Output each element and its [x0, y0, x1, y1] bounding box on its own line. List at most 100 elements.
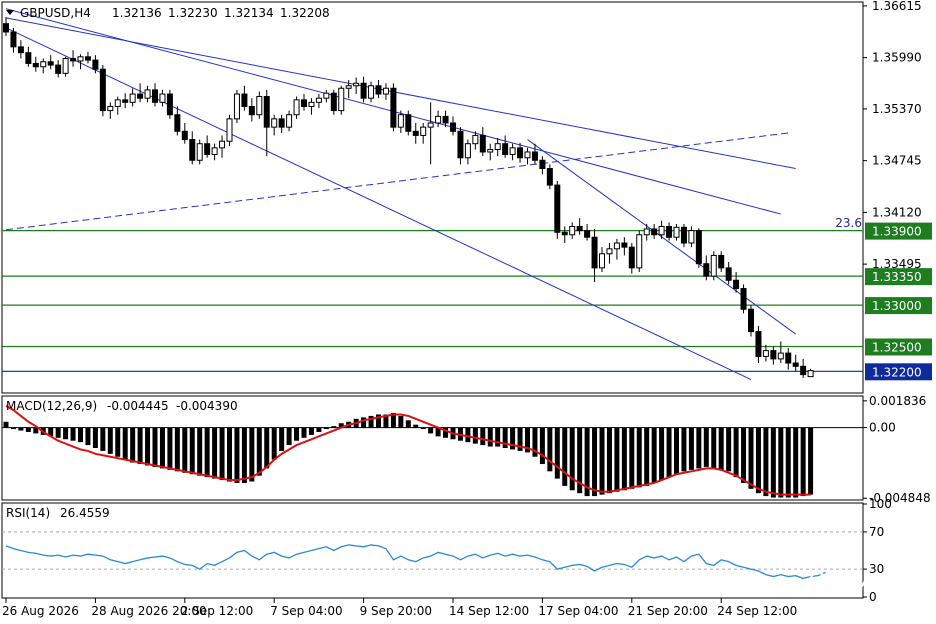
macd-histogram-bar: [405, 420, 411, 428]
macd-histogram-bar: [167, 427, 173, 470]
candle-bull: [636, 234, 643, 269]
macd-histogram-bar: [241, 427, 247, 483]
price-tick-label: 1.35990: [872, 51, 922, 65]
candle-bear: [651, 228, 658, 236]
candle-bear: [666, 225, 673, 238]
candle-bear: [248, 105, 255, 116]
candle-bull: [256, 96, 263, 116]
candle-bear: [531, 151, 538, 161]
candle-bull: [129, 93, 136, 103]
macd-histogram-bar: [145, 427, 151, 466]
macd-histogram-bar: [711, 427, 717, 469]
candle-bull: [338, 87, 345, 112]
candle-bull: [606, 248, 613, 255]
macd-histogram-bar: [413, 424, 419, 428]
candle-bear: [539, 159, 546, 170]
candle-bull: [613, 242, 620, 250]
macd-histogram-bar: [472, 427, 478, 444]
candle-bear: [174, 114, 181, 132]
candle-bear: [32, 62, 39, 68]
macd-histogram-bar: [10, 427, 16, 430]
macd-histogram-bar: [249, 427, 255, 482]
time-tick-label: 9 Sep 20:00: [360, 604, 432, 618]
macd-histogram-bar: [659, 427, 665, 481]
candle-bear: [621, 242, 628, 248]
macd-histogram-bar: [748, 427, 754, 489]
candle-bear: [792, 362, 799, 367]
macd-histogram-bar: [592, 427, 598, 497]
candle-bear: [360, 82, 367, 99]
candle-bear: [546, 168, 553, 186]
macd-histogram-bar: [18, 427, 24, 431]
macd-histogram-bar: [122, 427, 128, 460]
candle-bear: [241, 93, 248, 107]
candle-bull: [427, 122, 434, 128]
macd-histogram-bar: [361, 417, 367, 428]
macd-histogram-bar: [301, 427, 307, 438]
symbol-name: GBPUSD,H4: [20, 6, 91, 20]
macd-histogram-bar: [308, 427, 314, 435]
macd-histogram-bar: [681, 427, 687, 472]
candle-bear: [99, 68, 106, 112]
candle-bull: [114, 99, 121, 107]
candle-bear: [166, 93, 173, 116]
candle-bull: [219, 140, 226, 149]
candle-bull: [62, 57, 69, 74]
candle-bull: [345, 85, 352, 89]
candle-bear: [718, 254, 725, 269]
macd-histogram-bar: [107, 427, 113, 454]
candle-bear: [748, 308, 754, 333]
macd-histogram-bar: [115, 427, 121, 457]
candle-bull: [271, 118, 278, 128]
candle-bear: [47, 61, 54, 66]
macd-histogram-bar: [279, 427, 285, 451]
macd-histogram-bar: [778, 427, 784, 498]
candle-bull: [368, 85, 375, 99]
candle-bull: [762, 350, 769, 357]
macd-histogram-bar: [92, 427, 98, 448]
macd-histogram-bar: [100, 427, 106, 451]
header-low: 1.32134: [224, 6, 274, 20]
macd-header: MACD(12,26,9) -0.004445 -0.004390: [6, 399, 238, 413]
candle-bear: [189, 139, 196, 161]
macd-histogram-bar: [271, 427, 277, 460]
candle-bear: [152, 89, 158, 103]
macd-histogram-bar: [651, 427, 657, 483]
macd-histogram-bar: [465, 427, 471, 443]
macd-histogram-bar: [70, 427, 76, 441]
macd-histogram-bar: [696, 427, 702, 469]
time-tick-label: 17 Sep 04:00: [538, 604, 618, 618]
candle-bear: [92, 59, 99, 70]
macd-histogram-bar: [487, 427, 493, 447]
candle-bear: [502, 143, 509, 155]
candle-bear: [301, 99, 307, 107]
candle-bull: [77, 56, 84, 62]
candle-bull: [673, 226, 680, 238]
candle-bear: [695, 230, 702, 265]
macd-histogram-bar: [294, 427, 300, 441]
symbol-header: GBPUSD,H4 1.32136 1.32230 1.32134 1.3220…: [6, 6, 330, 20]
macd-histogram-bar: [718, 427, 724, 470]
macd-histogram-bar: [152, 427, 158, 467]
macd-histogram-bar: [137, 427, 143, 465]
macd-histogram-bar: [606, 427, 612, 494]
macd-histogram-bar: [785, 427, 791, 498]
level-price-label: 1.33000: [872, 299, 922, 313]
candle-bear: [405, 114, 412, 132]
macd-histogram-bar: [480, 427, 486, 446]
time-tick-label: 14 Sep 12:00: [449, 604, 529, 618]
macd-histogram-bar: [800, 427, 806, 497]
macd-tick-label: 0.00: [869, 421, 896, 435]
rsi-tick-label: 100: [869, 497, 892, 511]
gbpusd-h4-chart[interactable]: 1.366151.359901.353701.347451.341201.334…: [0, 0, 936, 624]
macd-value: -0.004445: [107, 399, 169, 413]
macd-histogram-bar: [428, 427, 434, 434]
candle-bull: [233, 93, 240, 120]
candle-bear: [755, 331, 762, 357]
macd-histogram-bar: [227, 427, 232, 482]
candle-bull: [710, 254, 717, 277]
candle-bear: [517, 147, 524, 159]
candle-bear: [181, 130, 188, 141]
macd-histogram-bar: [189, 427, 195, 475]
macd-histogram-bar: [78, 427, 83, 443]
